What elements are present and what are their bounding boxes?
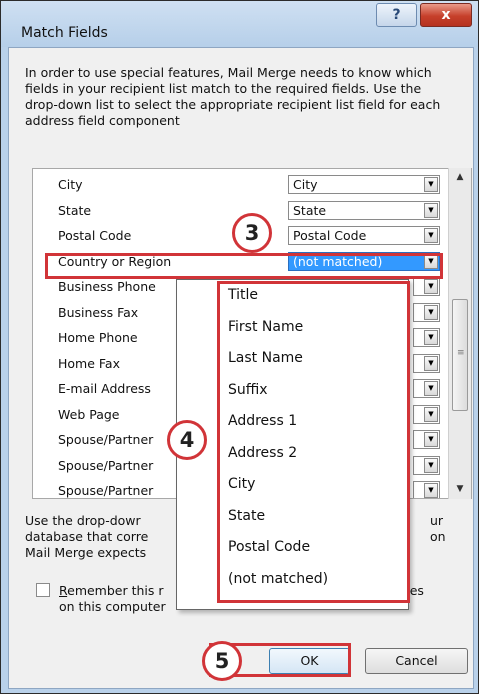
field-combo[interactable]: ▼ <box>413 277 440 296</box>
chevron-down-icon[interactable]: ▼ <box>424 228 438 243</box>
field-row-label: Spouse/Partner <box>58 457 154 473</box>
field-combo-value: Postal Code <box>293 228 367 243</box>
field-row-label: Spouse/Partner <box>58 432 154 447</box>
intro-text: In order to use special features, Mail M… <box>25 65 441 128</box>
field-row-label: State <box>58 202 92 218</box>
field-combo-value: State <box>293 202 327 218</box>
remember-accelerator: R <box>59 583 68 598</box>
help-text-line1-left: Use the drop-dowr <box>25 513 141 528</box>
field-row-label: City <box>58 177 83 192</box>
cancel-button[interactable]: Cancel <box>365 648 468 674</box>
scroll-thumb[interactable]: ≡ <box>452 299 468 411</box>
annotation-badge-5: 5 <box>202 641 242 681</box>
annotation-highlight-dropdown <box>217 281 410 603</box>
annotation-highlight-row <box>45 253 443 279</box>
field-combo[interactable]: Postal Code ▼ <box>288 226 440 245</box>
vertical-scrollbar[interactable]: ▲ ≡ ▼ <box>448 168 471 499</box>
help-text-line2-left: database that corre <box>25 529 149 544</box>
help-text-line2-right: on <box>430 529 446 544</box>
dialog-title: Match Fields <box>21 25 108 41</box>
chevron-down-icon[interactable]: ▼ <box>424 381 438 396</box>
field-combo[interactable]: ▼ <box>413 302 440 322</box>
chevron-down-icon[interactable]: ▼ <box>424 457 438 473</box>
field-combo[interactable]: ▼ <box>413 430 440 449</box>
help-button[interactable]: ? <box>376 3 417 27</box>
scroll-up-arrow-icon[interactable]: ▲ <box>449 172 471 182</box>
chevron-down-icon[interactable]: ▼ <box>424 330 438 345</box>
field-combo[interactable]: ▼ <box>413 481 440 498</box>
field-row: City City ▼ <box>33 173 440 198</box>
chevron-down-icon[interactable]: ▼ <box>424 304 438 320</box>
grip-icon: ≡ <box>457 348 465 358</box>
chevron-down-icon[interactable]: ▼ <box>424 432 438 447</box>
help-text-line3-left: Mail Merge expects <box>25 545 147 560</box>
chevron-down-icon[interactable]: ▼ <box>424 177 438 192</box>
chevron-down-icon[interactable]: ▼ <box>424 355 438 371</box>
field-row-label: Postal Code <box>58 228 132 243</box>
field-combo-value: City <box>293 177 318 192</box>
close-button[interactable]: x <box>420 3 472 27</box>
field-combo[interactable]: ▼ <box>413 404 440 424</box>
field-combo[interactable]: ▼ <box>413 455 440 475</box>
field-row-label: Home Fax <box>58 355 120 371</box>
remember-checkbox[interactable] <box>36 583 50 597</box>
help-text-line1-right: ur <box>430 513 444 528</box>
annotation-badge-4: 4 <box>167 420 207 460</box>
chevron-down-icon[interactable]: ▼ <box>424 202 438 218</box>
chevron-down-icon[interactable]: ▼ <box>424 406 438 422</box>
field-combo[interactable]: City ▼ <box>288 175 440 194</box>
field-row-label: Business Phone <box>58 279 156 294</box>
annotation-badge-3: 3 <box>232 213 272 253</box>
field-combo[interactable]: ▼ <box>413 328 440 347</box>
scroll-down-arrow-icon[interactable]: ▼ <box>449 484 471 494</box>
field-row-label: Spouse/Partner <box>58 483 154 498</box>
field-combo[interactable]: ▼ <box>413 379 440 398</box>
field-row-label: E-mail Address <box>58 381 151 396</box>
chevron-down-icon[interactable]: ▼ <box>424 279 438 294</box>
field-combo[interactable]: State ▼ <box>288 200 440 220</box>
title-bar: Match Fields ? x <box>1 1 478 47</box>
field-row-label: Home Phone <box>58 330 138 345</box>
remember-label-rest: emember this r <box>67 583 164 598</box>
field-combo[interactable]: ▼ <box>413 353 440 373</box>
remember-label-line2: on this computer <box>59 599 166 614</box>
field-row-label: Business Fax <box>58 304 139 320</box>
chevron-down-icon[interactable]: ▼ <box>424 483 438 498</box>
field-row-label: Web Page <box>58 406 120 422</box>
